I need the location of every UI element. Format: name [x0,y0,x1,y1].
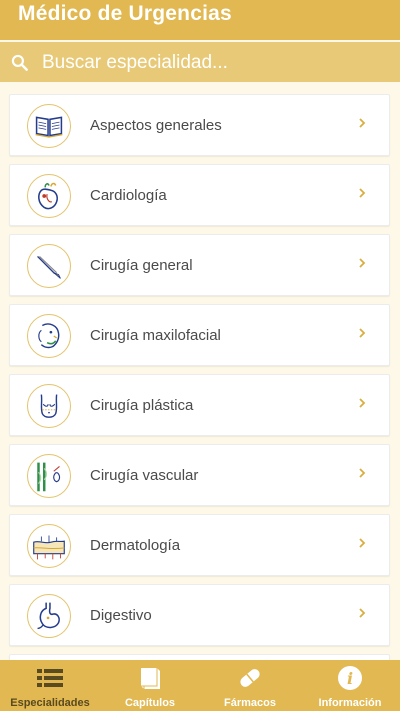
chevron-right-icon [359,608,366,618]
specialty-label: Dermatología [90,537,181,554]
book-icon [27,104,71,148]
tab-label: Capítulos [124,697,176,709]
chevron-right-icon [359,258,366,268]
specialty-label: Aspectos generales [90,117,222,134]
scalpel-icon [27,244,71,288]
chevron-right-icon [359,468,366,478]
specialty-item-cirugia-plastica[interactable]: Cirugía plástica [9,374,390,436]
specialty-item-cirugia-maxilofacial[interactable]: Cirugía maxilofacial [9,304,390,366]
specialty-item-cardiologia[interactable]: Cardiología [9,164,390,226]
book-icon [141,668,160,689]
app-header: Médico de Urgencias [0,0,400,40]
face-icon [27,314,71,358]
tab-label: Fármacos [224,697,276,709]
search-input[interactable]: Buscar especialidad... [42,52,228,74]
specialty-label: Cirugía plástica [90,397,194,414]
torso-icon [27,384,71,428]
search-bar[interactable]: Buscar especialidad... [0,42,400,82]
page-title: Médico de Urgencias [18,2,232,25]
chevron-right-icon [359,398,366,408]
pill-icon [240,669,260,687]
skin-icon [27,524,71,568]
tab-capitulos[interactable]: Capítulos [100,660,200,711]
chevron-right-icon [359,188,366,198]
stomach-icon [27,594,71,638]
specialty-label: Digestivo [90,607,152,624]
chevron-right-icon [359,118,366,128]
tab-label: Especialidades [10,697,90,709]
specialty-item-digestivo[interactable]: Digestivo [9,584,390,646]
specialty-item-cirugia-general[interactable]: Cirugía general [9,234,390,296]
list-icon [37,669,63,687]
specialty-label: Cirugía maxilofacial [90,327,221,344]
tab-informacion[interactable]: i Información [300,660,400,711]
specialty-label: Cardiología [90,187,167,204]
search-icon [11,54,28,71]
specialty-label: Cirugía vascular [90,467,199,484]
chevron-right-icon [359,328,366,338]
specialty-item-cirugia-vascular[interactable]: Cirugía vascular [9,444,390,506]
specialty-label: Cirugía general [90,257,193,274]
bottom-nav: Especialidades Capítulos Fármacos i Info… [0,660,400,711]
svg-text:i: i [347,669,353,688]
tab-label: Información [318,697,382,709]
info-icon: i [338,666,362,690]
tab-farmacos[interactable]: Fármacos [200,660,300,711]
specialty-item-aspectos-generales[interactable]: Aspectos generales [9,94,390,156]
specialty-item-dermatologia[interactable]: Dermatología [9,514,390,576]
tab-especialidades[interactable]: Especialidades [0,660,100,711]
heart-icon [27,174,71,218]
veins-icon [27,454,71,498]
chevron-right-icon [359,538,366,548]
